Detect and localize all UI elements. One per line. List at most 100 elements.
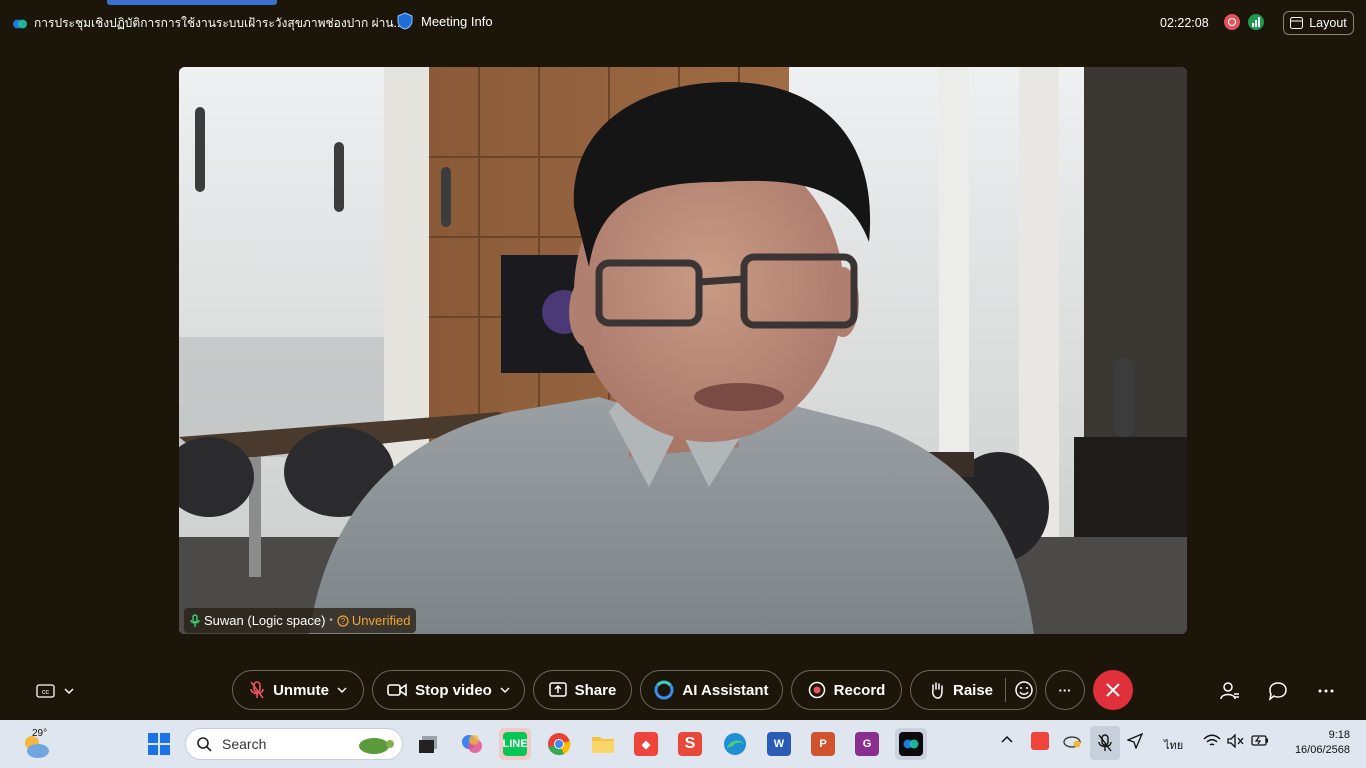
unverified-badge[interactable]: ? Unverified — [337, 613, 411, 628]
name-separator: • — [329, 615, 333, 626]
sublime-app[interactable]: S — [674, 728, 706, 760]
chat-button[interactable] — [1267, 680, 1289, 702]
record-icon — [808, 681, 825, 699]
powerpoint-icon: P — [811, 732, 835, 756]
s-app-icon: S — [678, 732, 702, 756]
copilot-icon — [462, 735, 482, 753]
raise-hand-button[interactable]: Raise — [910, 670, 1037, 710]
layout-grid-icon — [1290, 17, 1304, 29]
chevron-down-icon[interactable] — [500, 686, 510, 694]
raise-label: Raise — [953, 681, 994, 699]
shield-icon — [397, 12, 413, 30]
cloud-warning-icon — [1063, 736, 1081, 748]
record-button[interactable]: Record — [791, 670, 902, 710]
microphone-muted-tray-icon — [1098, 734, 1112, 752]
taskbar-search[interactable]: Search — [185, 728, 403, 760]
remote-tray-icon — [1031, 732, 1049, 750]
more-options-button[interactable]: ··· — [1045, 670, 1085, 710]
share-button[interactable]: Share — [533, 670, 632, 710]
wifi-icon — [1203, 734, 1221, 746]
folder-icon — [592, 737, 614, 753]
meeting-info-label: Meeting Info — [421, 13, 493, 29]
captions-button[interactable]: cc — [36, 680, 78, 702]
copilot-app[interactable] — [456, 728, 488, 760]
unverified-label: Unverified — [351, 613, 411, 628]
powerpoint-app[interactable]: P — [807, 728, 839, 760]
meeting-timer: 02:22:08 — [1160, 16, 1209, 30]
question-circle-icon: ? — [337, 614, 349, 627]
recording-indicator-icon[interactable] — [1224, 14, 1240, 30]
edge-app[interactable] — [719, 728, 751, 760]
wifi-tray[interactable] — [1203, 734, 1221, 751]
taskbar-clock[interactable]: 9:18 16/06/2568 — [1290, 728, 1350, 758]
signal-bars-icon — [1252, 17, 1260, 27]
network-health-icon[interactable] — [1248, 14, 1264, 30]
file-explorer-app[interactable] — [587, 728, 619, 760]
volume-tray[interactable] — [1227, 733, 1245, 751]
microphone-icon — [190, 613, 200, 627]
search-highlight-turtle-icon — [359, 738, 394, 754]
participant-name: Suwan (Logic space) — [204, 613, 326, 628]
reactions-icon[interactable] — [1014, 680, 1034, 700]
taskbar-date: 16/06/2568 — [1294, 744, 1350, 756]
pdf-app[interactable]: G — [851, 728, 883, 760]
speaker-muted-icon — [1227, 733, 1244, 749]
divider — [1005, 678, 1007, 702]
weather-temperature: 29° — [32, 728, 48, 739]
record-label: Record — [833, 681, 886, 699]
ai-assistant-label: AI Assistant — [682, 681, 769, 699]
anydesk-app[interactable]: ◆ — [630, 728, 662, 760]
edge-icon — [724, 733, 746, 755]
more-options-label: ··· — [1058, 682, 1072, 698]
meeting-title: การประชุมเชิงปฏิบัติการการใช้งานระบบเฝ้า… — [12, 14, 404, 33]
close-icon — [1106, 683, 1120, 697]
task-view-icon — [419, 736, 437, 753]
share-label: Share — [574, 681, 617, 699]
layout-label: Layout — [1309, 16, 1347, 30]
active-tab-indicator — [107, 0, 277, 5]
chevron-up-icon — [1001, 735, 1013, 743]
chat-bubble-icon — [1268, 682, 1287, 701]
meeting-info-button[interactable]: Meeting Info — [397, 12, 493, 30]
location-tray[interactable] — [1126, 732, 1144, 752]
line-icon: LINE — [502, 732, 528, 756]
search-placeholder: Search — [222, 736, 267, 752]
chrome-icon — [548, 733, 571, 756]
share-screen-icon — [548, 682, 567, 697]
layout-button[interactable]: Layout — [1283, 11, 1354, 35]
battery-charging-icon — [1251, 735, 1268, 746]
windows-taskbar: 29° Search LINE ◆ S W P G ไทย 9:18 16/06… — [0, 720, 1366, 768]
video-camera-icon — [387, 683, 407, 697]
leave-meeting-button[interactable] — [1093, 670, 1133, 710]
webex-taskbar-app[interactable] — [895, 728, 927, 760]
unmute-button[interactable]: Unmute — [232, 670, 364, 710]
stop-video-button[interactable]: Stop video — [372, 670, 525, 710]
task-view-button[interactable] — [412, 728, 444, 760]
onedrive-tray[interactable] — [1062, 732, 1082, 751]
participants-button[interactable] — [1219, 680, 1241, 702]
taskbar-time: 9:18 — [1328, 729, 1350, 741]
chevron-down-icon[interactable] — [337, 686, 347, 694]
language-indicator[interactable]: ไทย — [1164, 736, 1183, 754]
line-app[interactable]: LINE — [499, 728, 531, 760]
ai-assistant-button[interactable]: AI Assistant — [640, 670, 783, 710]
remote-desktop-icon: ◆ — [634, 732, 658, 756]
svg-text:cc: cc — [42, 689, 50, 696]
stop-video-label: Stop video — [415, 681, 492, 699]
show-hidden-icons[interactable] — [1001, 734, 1013, 746]
word-app[interactable]: W — [763, 728, 795, 760]
anydesk-tray[interactable] — [1031, 732, 1049, 750]
unmute-label: Unmute — [273, 681, 329, 699]
participant-name-tag: Suwan (Logic space) • ? Unverified — [184, 608, 417, 633]
participant-video[interactable]: Suwan (Logic space) • ? Unverified — [179, 67, 1187, 634]
location-arrow-icon — [1126, 732, 1144, 750]
participants-icon — [1220, 682, 1239, 700]
mic-tray[interactable] — [1090, 726, 1120, 760]
ai-assistant-icon — [654, 680, 674, 700]
start-button[interactable] — [143, 728, 175, 760]
chrome-app[interactable] — [543, 728, 575, 760]
webex-icon — [899, 732, 923, 756]
battery-tray[interactable] — [1251, 734, 1269, 749]
more-panels-button[interactable] — [1315, 680, 1337, 702]
meeting-title-text: การประชุมเชิงปฏิบัติการการใช้งานระบบเฝ้า… — [34, 16, 404, 30]
